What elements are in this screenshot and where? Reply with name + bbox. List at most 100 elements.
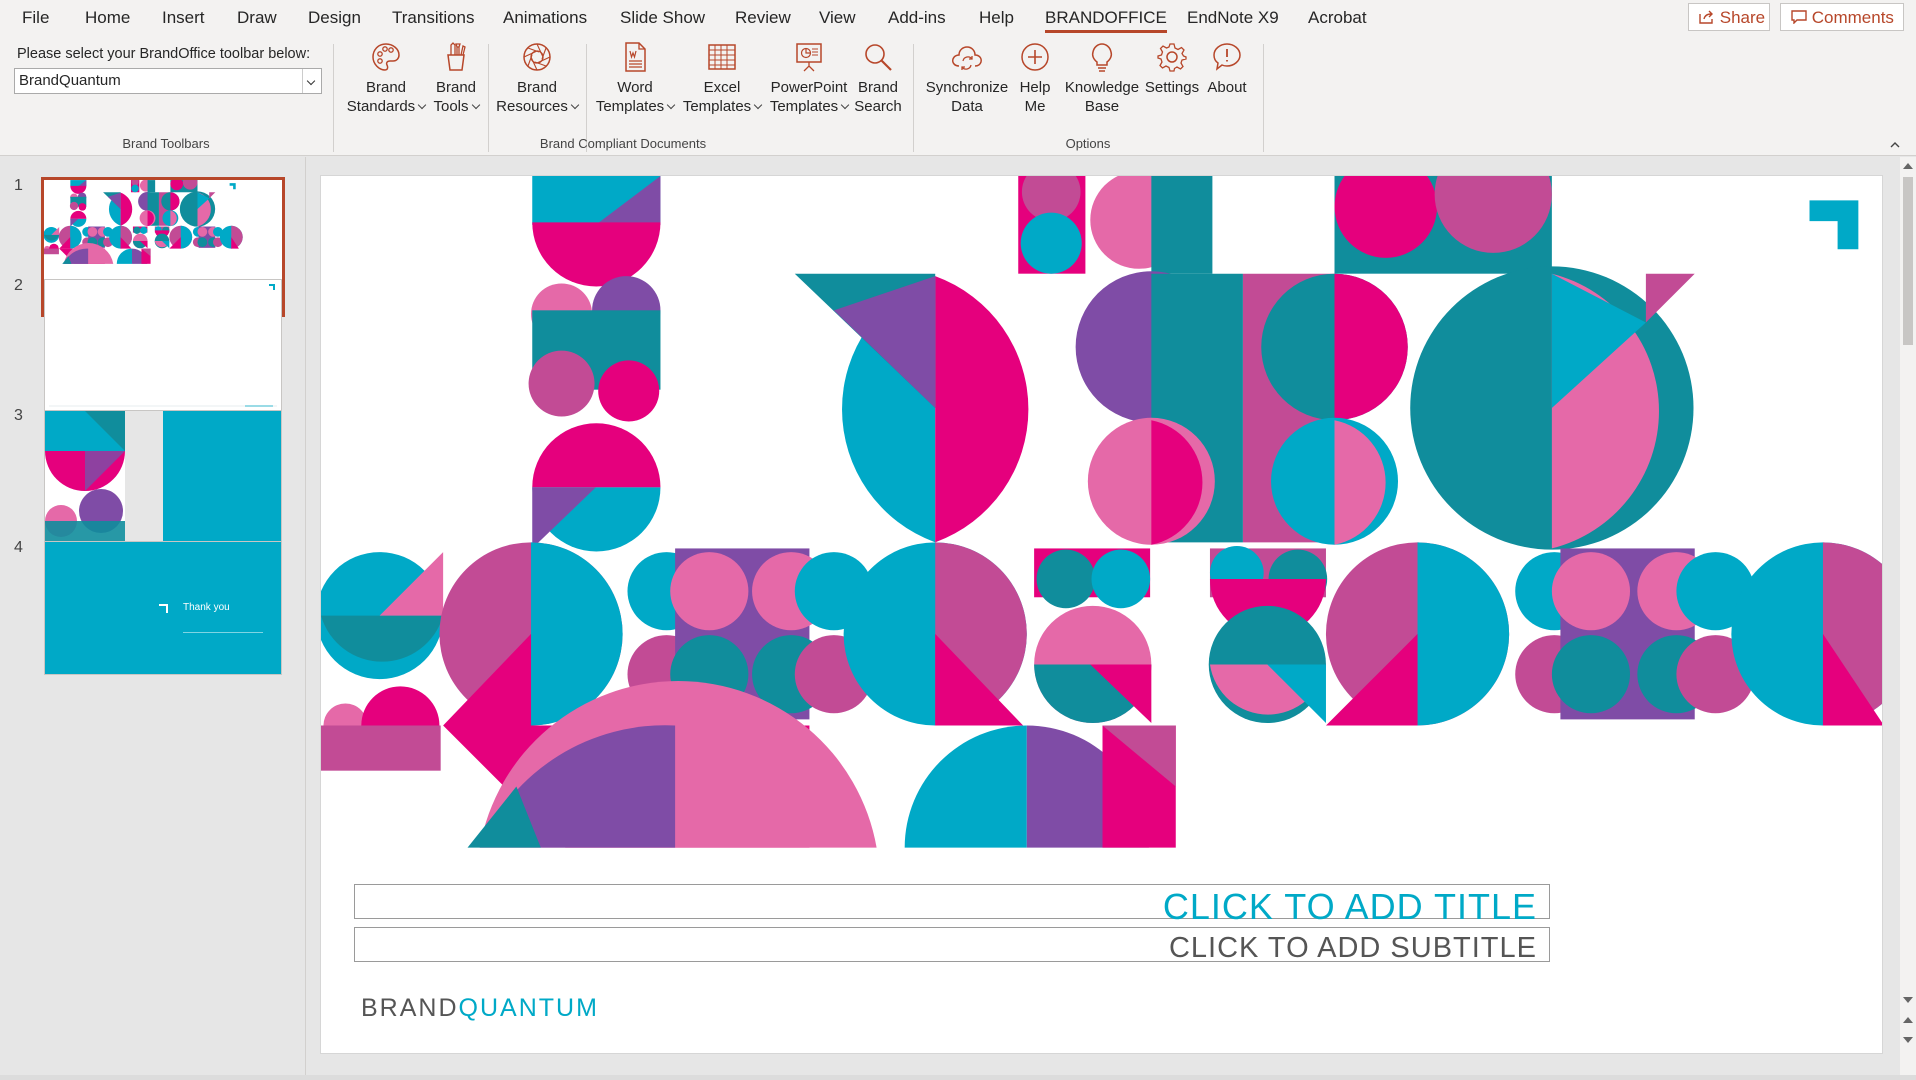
magnifier-icon: [865, 44, 892, 71]
group-separator: [488, 44, 489, 152]
art-shape: [1417, 542, 1510, 726]
help-me-button[interactable]: Help Me: [1014, 42, 1056, 116]
scroll-thumb[interactable]: [1903, 177, 1913, 345]
menu-slide-show[interactable]: Slide Show: [620, 0, 705, 36]
powerpoint-templates-label-1: PowerPoint: [770, 79, 848, 96]
group-separator: [1263, 44, 1264, 152]
brand-standards-label-2: Standards: [346, 98, 416, 115]
art-shape: [1036, 549, 1096, 609]
excel-templates-button[interactable]: Excel Templates: [680, 42, 764, 116]
slide-number: 1: [14, 177, 23, 194]
about-label: About: [1207, 79, 1247, 96]
menu-endnote[interactable]: EndNote X9: [1187, 0, 1279, 36]
art-shape: [87, 226, 98, 237]
speech-bubble-icon: [1213, 43, 1241, 71]
word-templates-label-2: Templates: [595, 98, 665, 115]
menu-transitions[interactable]: Transitions: [392, 0, 475, 36]
brand-tools-button[interactable]: Brand Tools: [426, 42, 486, 116]
synchronize-data-label-2: Data: [951, 98, 983, 115]
next-slide-icon[interactable]: [1903, 1037, 1913, 1043]
slide-number: 3: [14, 407, 23, 424]
powerpoint-templates-label-2: Templates: [769, 98, 839, 115]
word-templates-button[interactable]: Word Templates: [590, 42, 680, 116]
vertical-scrollbar[interactable]: [1900, 157, 1916, 1075]
synchronize-data-button[interactable]: Synchronize Data: [922, 42, 1012, 116]
menu-insert[interactable]: Insert: [162, 0, 205, 36]
art-shape: [1809, 200, 1859, 250]
art-shape: [935, 276, 1029, 543]
excel-templates-label-1: Excel: [703, 79, 741, 96]
slide-thumbnail-2[interactable]: [44, 279, 282, 413]
brand-search-label-2: Search: [854, 98, 902, 115]
previous-slide-icon[interactable]: [1903, 1017, 1913, 1023]
art-shape: [140, 226, 148, 234]
brand-resources-label-2: Resources: [496, 98, 568, 115]
art-shape: [598, 360, 660, 422]
toolbar-select-value: BrandQuantum: [19, 72, 121, 89]
art-shape: [197, 226, 208, 237]
chevron-down-icon: [840, 100, 850, 110]
art-shape: [1551, 552, 1631, 631]
slide-editor: CLICK TO ADD TITLE CLICK TO ADD SUBTITLE…: [307, 157, 1900, 1075]
ribbon: Please select your BrandOffice toolbar b…: [0, 36, 1916, 156]
plus-circle-icon: [1021, 43, 1049, 71]
art-shape: [532, 222, 661, 287]
chevron-down-icon: [471, 100, 480, 110]
chevron-down-icon[interactable]: [302, 69, 321, 93]
chevron-down-icon: [666, 100, 676, 110]
share-button[interactable]: Share: [1688, 3, 1770, 31]
brand-standards-button[interactable]: Brand Standards: [346, 42, 427, 116]
group-label-brand-compliant: Brand Compliant Documents: [539, 136, 707, 151]
art-shape: [1020, 212, 1082, 274]
brand-resources-label-1: Brand: [516, 79, 558, 96]
art-shape: [78, 203, 87, 211]
slide-canvas[interactable]: CLICK TO ADD TITLE CLICK TO ADD SUBTITLE…: [320, 175, 1883, 1054]
art-shape: [1645, 273, 1695, 323]
menu-file[interactable]: File: [22, 0, 49, 36]
pencil-cup-icon: [447, 42, 466, 71]
share-icon: [1699, 10, 1713, 24]
menu-acrobat[interactable]: Acrobat: [1308, 0, 1367, 36]
group-separator: [333, 44, 334, 152]
chevron-down-icon: [753, 100, 763, 110]
presentation-icon: [796, 43, 822, 72]
corner-mark-icon: [159, 604, 168, 613]
menu-design[interactable]: Design: [308, 0, 361, 36]
scroll-down-icon[interactable]: [1903, 997, 1913, 1003]
art-shape: [1091, 549, 1151, 609]
thank-you-text: Thank you: [183, 602, 230, 613]
collapse-ribbon-icon[interactable]: [1890, 140, 1900, 150]
menu-review[interactable]: Review: [735, 0, 791, 36]
menu-view[interactable]: View: [819, 0, 856, 36]
settings-button[interactable]: Settings: [1143, 42, 1201, 97]
menu-draw[interactable]: Draw: [237, 0, 277, 36]
group-separator: [913, 44, 914, 152]
synchronize-data-label-1: Synchronize: [925, 79, 1009, 96]
brand-logo: BRANDQUANTUM: [361, 994, 599, 1023]
title-placeholder[interactable]: CLICK TO ADD TITLE: [354, 884, 1550, 927]
slide-thumbnail-4[interactable]: Thank you: [44, 541, 282, 675]
brand-standards-label-1: Brand: [365, 79, 407, 96]
brand-search-button[interactable]: Brand Search: [852, 42, 904, 116]
slide-3-preview: [45, 411, 281, 543]
subtitle-placeholder-text: CLICK TO ADD SUBTITLE: [1168, 932, 1537, 964]
menu-help[interactable]: Help: [979, 0, 1014, 36]
scroll-up-icon[interactable]: [1903, 163, 1913, 169]
art-shape: [69, 201, 79, 211]
menu-home[interactable]: Home: [85, 0, 130, 36]
art-shape: [321, 725, 441, 771]
about-button[interactable]: About: [1202, 42, 1252, 97]
powerpoint-templates-button[interactable]: PowerPoint Templates: [766, 42, 852, 116]
menu-brandoffice[interactable]: BRANDOFFICE: [1045, 0, 1167, 36]
menu-add-ins[interactable]: Add-ins: [888, 0, 946, 36]
toolbar-select[interactable]: BrandQuantum: [14, 68, 322, 94]
menu-animations[interactable]: Animations: [503, 0, 587, 36]
knowledge-base-button[interactable]: Knowledge Base: [1060, 42, 1144, 116]
art-shape: [904, 725, 1027, 848]
status-bar-edge: [0, 1075, 1916, 1080]
slide-thumbnail-3[interactable]: [44, 410, 282, 544]
settings-label: Settings: [1144, 79, 1200, 96]
brand-resources-button[interactable]: Brand Resources: [492, 42, 582, 116]
subtitle-placeholder[interactable]: CLICK TO ADD SUBTITLE: [354, 927, 1550, 964]
comments-button[interactable]: Comments: [1780, 3, 1904, 31]
